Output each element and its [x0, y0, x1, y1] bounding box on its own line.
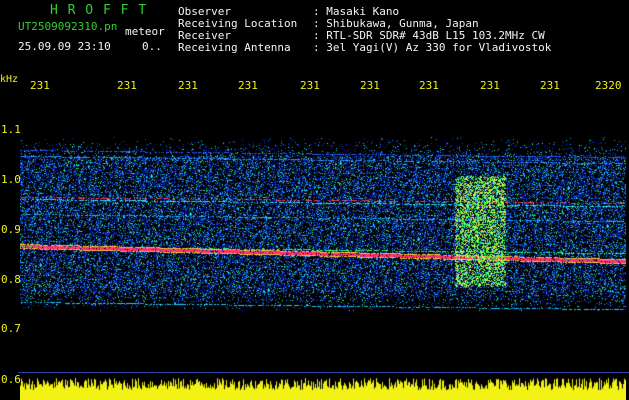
- x-tick-label: 231: [480, 79, 500, 92]
- y-tick-label: 0.9: [1, 223, 21, 236]
- location-value: : Shibukawa, Gunma, Japan: [313, 17, 479, 30]
- baseline-divider: [18, 372, 629, 373]
- x-tick-label: 231: [117, 79, 137, 92]
- receiver-label: Receiver: [178, 29, 231, 42]
- x-tick-label: 231: [300, 79, 320, 92]
- y-tick-label: 1.0: [1, 173, 21, 186]
- y-axis-unit: kHz: [0, 74, 19, 85]
- status-flag: 0..: [142, 40, 162, 53]
- x-tick-label: 231: [360, 79, 380, 92]
- x-tick-label: 2320: [595, 79, 622, 92]
- receiver-value: : RTL-SDR SDR# 43dB L15 103.2MHz CW: [313, 29, 545, 42]
- app-title: H R O F F T: [50, 3, 148, 18]
- y-tick-label: 0.8: [1, 273, 21, 286]
- observer-value: : Masaki Kano: [313, 5, 400, 18]
- y-tick-label: 1.1: [1, 123, 21, 136]
- x-tick-label: 231: [238, 79, 258, 92]
- y-tick-label: 0.6: [1, 373, 21, 386]
- x-tick-label: 231: [540, 79, 560, 92]
- timestamp: 25.09.09 23:10: [18, 40, 111, 53]
- x-tick-label: 231: [178, 79, 198, 92]
- location-label: Receiving Location: [178, 17, 298, 30]
- observer-label: Observer: [178, 5, 231, 18]
- y-tick-label: 0.7: [1, 322, 21, 335]
- antenna-label: Receiving Antenna: [178, 41, 291, 54]
- x-tick-label: 231: [419, 79, 439, 92]
- x-tick-label: 231: [30, 79, 50, 92]
- antenna-value: : 3el Yagi(V) Az 330 for Vladivostok: [313, 41, 552, 54]
- spectrogram-screen: H R O F F T UT2509092310.pn meteor 25.09…: [0, 0, 629, 400]
- file-name: UT2509092310.pn: [18, 20, 118, 33]
- file-name-suffix: meteor: [125, 25, 165, 38]
- spectrogram-plot: [20, 96, 626, 400]
